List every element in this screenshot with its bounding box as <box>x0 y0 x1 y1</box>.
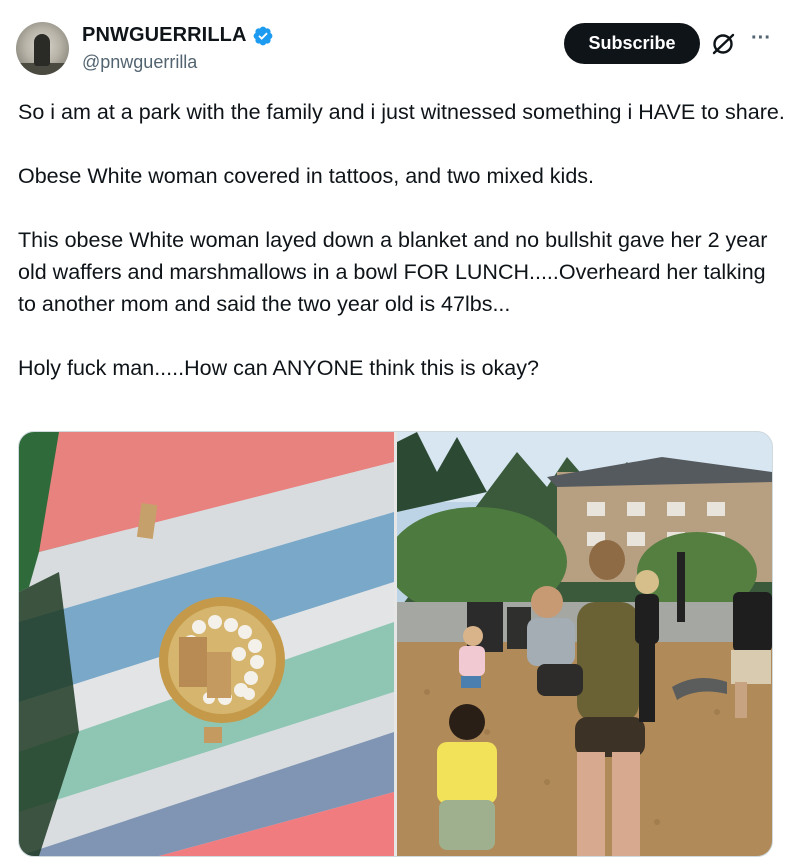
photo-blanket-bowl[interactable] <box>19 432 394 856</box>
tweet-header: PNWGUERRILLA @pnwguerrilla Subscribe ··· <box>0 0 810 90</box>
tweet-paragraph: This obese White woman layed down a blan… <box>18 228 768 316</box>
grok-icon[interactable] <box>710 32 736 56</box>
verified-badge-icon <box>253 26 272 45</box>
park-illustration <box>397 432 772 856</box>
more-icon[interactable]: ··· <box>750 28 772 54</box>
name-row: PNWGUERRILLA <box>82 24 274 47</box>
avatar[interactable] <box>16 22 69 75</box>
handle[interactable]: @pnwguerrilla <box>82 52 197 73</box>
tweet-paragraph: Holy fuck man.....How can ANYONE think t… <box>18 356 539 380</box>
media-grid <box>18 431 773 857</box>
tweet-paragraph: So i am at a park with the family and i … <box>18 100 785 124</box>
display-name[interactable]: PNWGUERRILLA <box>82 24 247 47</box>
subscribe-button[interactable]: Subscribe <box>564 23 700 64</box>
tweet-text: So i am at a park with the family and i … <box>18 96 788 384</box>
tweet-paragraph: Obese White woman covered in tattoos, an… <box>18 164 594 188</box>
avatar-figure <box>34 34 50 66</box>
blanket-illustration <box>19 432 394 856</box>
photo-park-playground[interactable] <box>397 432 772 856</box>
